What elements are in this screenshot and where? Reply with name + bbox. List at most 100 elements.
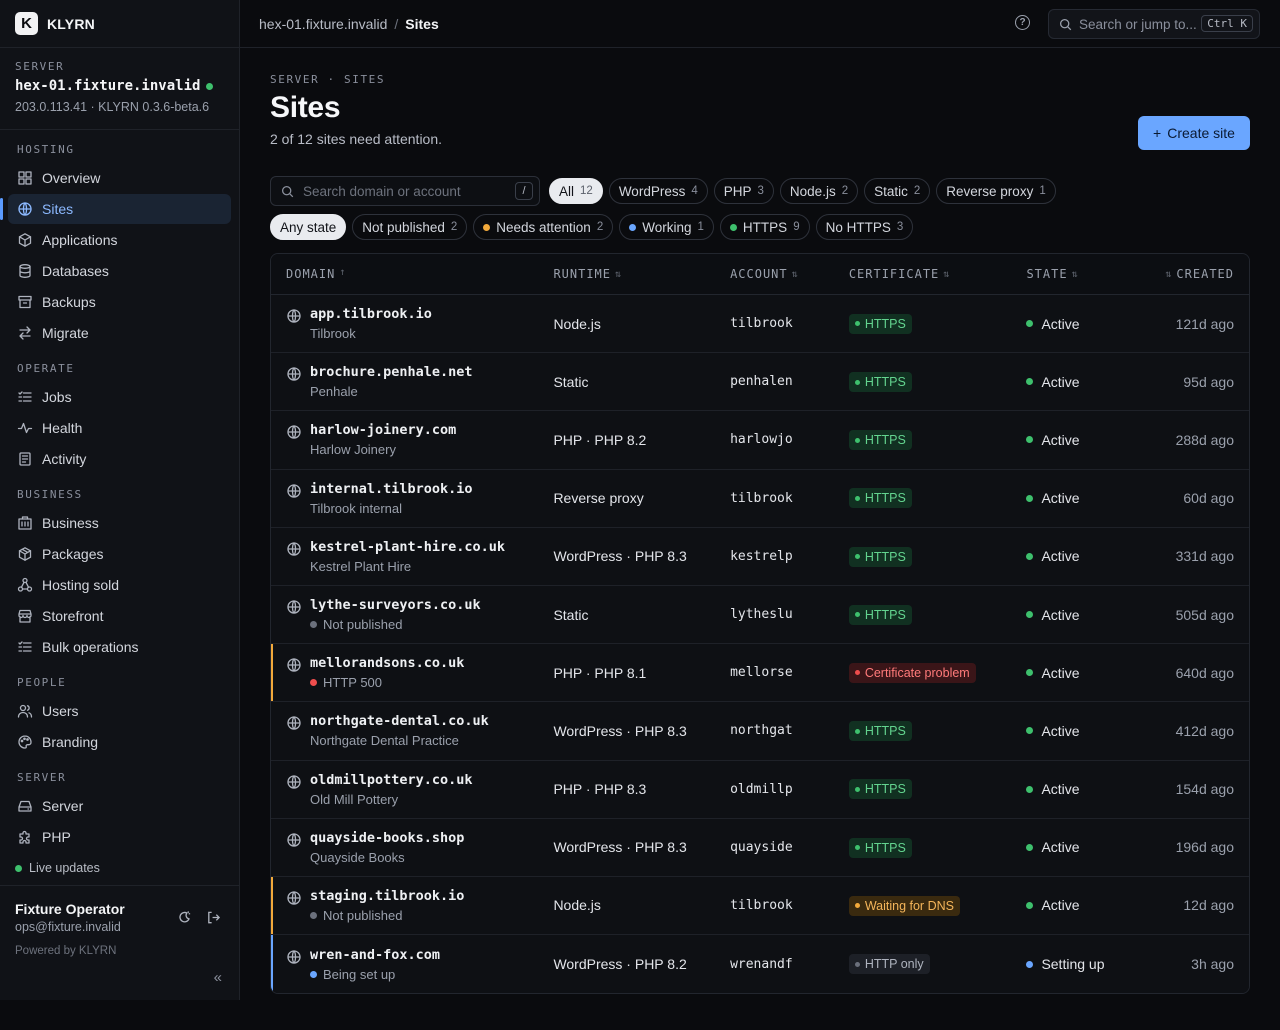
filter-type-wordpress[interactable]: WordPress 4 — [608, 178, 708, 204]
column-state[interactable]: STATE ⇅ — [1026, 267, 1146, 281]
filter-count: 2 — [913, 185, 921, 197]
cell-state: Setting up — [1026, 956, 1146, 972]
server-name-text: hex-01.fixture.invalid — [15, 78, 201, 94]
cell-created: 121d ago — [1175, 315, 1234, 332]
column-created[interactable]: ⇅ CREATED — [1146, 267, 1249, 281]
column-domain[interactable]: DOMAIN ↑ — [271, 267, 553, 281]
live-updates-indicator: Live updates — [15, 861, 100, 875]
site-domain-link[interactable]: staging.tilbrook.io — [310, 888, 464, 904]
state-filter-row: Any state Not published 2 Needs attention 2 W… — [270, 214, 919, 240]
state-label: Setting up — [1041, 956, 1105, 973]
column-certificate-label: CERTIFICATE — [848, 267, 940, 281]
collapse-sidebar-button[interactable]: « — [214, 969, 222, 986]
sort-asc-icon: ↑ — [339, 267, 347, 278]
site-domain-link[interactable]: internal.tilbrook.io — [310, 481, 473, 497]
help-icon[interactable]: ? — [1015, 15, 1030, 30]
state-indicator: Active — [1026, 723, 1146, 739]
sidebar-item-business[interactable]: Business — [8, 508, 231, 538]
filter-state-not-published[interactable]: Not published 2 — [352, 214, 468, 240]
column-runtime-label: RUNTIME — [553, 267, 612, 281]
filter-state-needs-attention[interactable]: Needs attention 2 — [473, 214, 614, 240]
filter-count: 12 — [580, 185, 593, 197]
sidebar-item-health[interactable]: Health — [8, 413, 231, 443]
sidebar-item-sites[interactable]: Sites — [0, 194, 231, 224]
site-domain-link[interactable]: wren-and-fox.com — [310, 947, 440, 963]
sidebar-item-branding[interactable]: Branding — [8, 727, 231, 757]
filter-state-no-https[interactable]: No HTTPS 3 — [815, 214, 914, 240]
theme-toggle-icon[interactable] — [177, 910, 192, 928]
sidebar-item-jobs[interactable]: Jobs — [8, 382, 231, 412]
sidebar-item-activity[interactable]: Activity — [8, 444, 231, 474]
filter-label: No HTTPS — [825, 219, 891, 235]
table-row[interactable]: staging.tilbrook.io Not published Node.js t… — [271, 876, 1249, 936]
table-row[interactable]: brochure.penhale.net Penhale Static penhale… — [271, 353, 1249, 412]
site-domain-link[interactable]: northgate-dental.co.uk — [310, 713, 489, 729]
breadcrumb-server[interactable]: hex-01.fixture.invalid — [259, 16, 387, 32]
state-label: Active — [1041, 606, 1080, 623]
column-account[interactable]: ACCOUNT ⇅ — [730, 267, 849, 281]
sidebar-item-server[interactable]: Server — [8, 791, 231, 821]
table-row[interactable]: kestrel-plant-hire.co.uk Kestrel Plant Hi… — [271, 527, 1249, 586]
sidebar-item-storefront[interactable]: Storefront — [8, 601, 231, 631]
table-row[interactable]: quayside-books.shop Quayside Books WordPre… — [271, 818, 1249, 877]
site-domain-link[interactable]: oldmillpottery.co.uk — [310, 772, 473, 788]
cell-runtime: PHP · PHP 8.3 — [553, 781, 647, 798]
site-domain-link[interactable]: harlow-joinery.com — [310, 422, 456, 438]
filter-state-any-state[interactable]: Any state — [270, 214, 347, 240]
filter-type-static[interactable]: Static 2 — [864, 178, 931, 204]
filter-type-reverse-proxy[interactable]: Reverse proxy 1 — [936, 178, 1056, 204]
cell-state: Active — [1026, 374, 1146, 390]
cell-created: 640d ago — [1175, 664, 1234, 681]
nav-heading: OPERATE — [17, 362, 75, 375]
site-domain-link[interactable]: quayside-books.shop — [310, 830, 464, 846]
table-row[interactable]: oldmillpottery.co.uk Old Mill Pottery PHP … — [271, 760, 1249, 819]
site-domain-link[interactable]: app.tilbrook.io — [310, 306, 432, 322]
live-updates-label: Live updates — [29, 861, 100, 875]
site-search-input[interactable]: Search domain or account / — [270, 176, 540, 206]
sidebar-item-overview[interactable]: Overview — [8, 163, 231, 193]
site-domain-link[interactable]: mellorandsons.co.uk — [310, 655, 464, 671]
sidebar-item-applications[interactable]: Applications — [8, 225, 231, 255]
table-row[interactable]: harlow-joinery.com Harlow Joinery PHP · PH… — [271, 411, 1249, 470]
site-domain-link[interactable]: brochure.penhale.net — [310, 364, 473, 380]
global-search[interactable]: Search or jump to... Ctrl K — [1048, 9, 1260, 39]
filter-type-php[interactable]: PHP 3 — [713, 178, 774, 204]
state-label: Active — [1041, 373, 1080, 390]
certificate-label: HTTPS — [864, 433, 906, 448]
filter-state-working[interactable]: Working 1 — [619, 214, 714, 240]
sidebar-item-packages[interactable]: Packages — [8, 539, 231, 569]
create-site-button[interactable]: + Create site — [1138, 116, 1250, 150]
site-domain-link[interactable]: lythe-surveyors.co.uk — [310, 597, 481, 613]
state-indicator: Setting up — [1026, 956, 1146, 972]
filter-type-node-js[interactable]: Node.js 2 — [779, 178, 859, 204]
table-row[interactable]: lythe-surveyors.co.uk Not published Static… — [271, 585, 1249, 645]
site-subtitle: Not published — [310, 908, 464, 923]
table-row[interactable]: wren-and-fox.com Being set up WordPress · … — [271, 935, 1249, 994]
sidebar-item-migrate[interactable]: Migrate — [8, 318, 231, 348]
filter-label: All — [559, 183, 575, 199]
sidebar-item-php[interactable]: PHP — [8, 822, 231, 852]
globe-icon — [286, 366, 302, 382]
filter-state-https[interactable]: HTTPS 9 — [719, 214, 810, 240]
column-runtime[interactable]: RUNTIME ⇅ — [553, 267, 730, 281]
sidebar-item-users[interactable]: Users — [8, 696, 231, 726]
table-row[interactable]: internal.tilbrook.io Tilbrook internal Rev… — [271, 469, 1249, 528]
sidebar-item-hosting-sold[interactable]: Hosting sold — [8, 570, 231, 600]
table-row[interactable]: northgate-dental.co.uk Northgate Dental P… — [271, 702, 1249, 761]
brand[interactable]: K KLYRN — [0, 0, 239, 48]
logout-icon[interactable] — [206, 910, 221, 928]
filter-type-all[interactable]: All 12 — [549, 178, 603, 204]
cell-runtime: PHP · PHP 8.2 — [553, 431, 647, 448]
nav-section-operate: OPERATE Jobs Health Activity — [0, 349, 239, 474]
site-domain-link[interactable]: kestrel-plant-hire.co.uk — [310, 539, 505, 555]
column-certificate[interactable]: CERTIFICATE ⇅ — [849, 267, 1027, 281]
sidebar-item-databases[interactable]: Databases — [8, 256, 231, 286]
breadcrumb: hex-01.fixture.invalid / Sites — [259, 16, 439, 32]
table-row[interactable]: mellorandsons.co.uk HTTP 500 PHP · PHP 8.1… — [271, 644, 1249, 703]
sidebar-item-backups[interactable]: Backups — [8, 287, 231, 317]
certificate-dot — [854, 495, 860, 501]
sidebar-item-label: Overview — [42, 170, 101, 186]
table-row[interactable]: app.tilbrook.io Tilbrook Node.js tilbrook HT… — [271, 295, 1249, 354]
sidebar-item-bulk-operations[interactable]: Bulk operations — [8, 632, 231, 662]
filter-count: 9 — [793, 221, 800, 233]
